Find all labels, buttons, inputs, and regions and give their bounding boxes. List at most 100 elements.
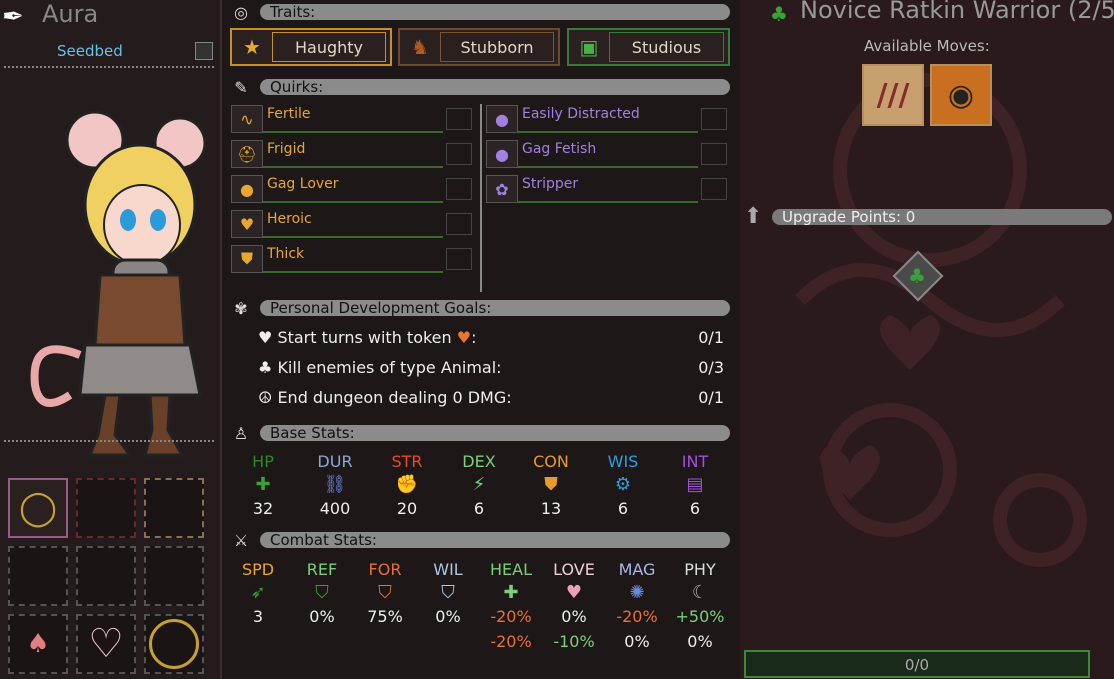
shield-icon: ⛊ (231, 245, 263, 273)
quirk-lock[interactable] (446, 108, 472, 130)
goal-progress: 0/1 (698, 388, 724, 407)
pose-icon (149, 619, 199, 669)
status-checkbox[interactable] (195, 42, 213, 60)
stat-value: 0% (309, 607, 335, 626)
gag-icon: ● (231, 175, 263, 203)
equipment-slot-3[interactable] (144, 478, 204, 538)
love-heart-icon: ♥ (565, 582, 583, 603)
syringe-icon: ✎ (234, 78, 248, 97)
equipment-slot-heart[interactable]: ♡ (76, 614, 136, 674)
stat-label: CON (533, 452, 569, 471)
token-icon: ♥ (456, 328, 472, 347)
move-slash[interactable]: /// (862, 64, 924, 126)
claw-slash-icon: /// (876, 77, 910, 113)
quirk-thick[interactable]: ⛊ Thick (231, 244, 472, 274)
helmet-icon: ⛑ (231, 140, 263, 168)
spiral-icon: ◎ (234, 3, 248, 22)
quirk-lock[interactable] (446, 178, 472, 200)
quirk-label: Frigid (263, 140, 443, 168)
stat-ref: REF ⛉ 0% (297, 560, 347, 626)
quirk-stripper[interactable]: ✿ Stripper (486, 174, 727, 204)
stat-dex: DEX ⚡ 6 (454, 452, 504, 518)
character-portrait (30, 110, 207, 457)
quirk-lock[interactable] (446, 248, 472, 270)
divider-ornament (4, 66, 214, 80)
armor-icon: ⛊ (544, 474, 558, 495)
quirk-label: Easily Distracted (518, 105, 698, 133)
class-panel: ♣ Novice Ratkin Warrior (2/5) Available … (740, 0, 1114, 679)
stat-label: PHY (684, 560, 716, 579)
stat-int: INT ▤ 6 (670, 452, 720, 518)
quirk-label: Heroic (263, 210, 443, 238)
stat-love: LOVE ♥ 0% -10% (549, 560, 599, 651)
stat-wis: WIS ⚙ 6 (598, 452, 648, 518)
quirk-lock[interactable] (701, 143, 727, 165)
heal-plus-icon: ✚ (503, 582, 519, 603)
stat-value: -20% (490, 607, 532, 626)
quirk-easily-distracted[interactable]: ● Easily Distracted (486, 104, 727, 134)
gag-icon: ● (486, 105, 518, 133)
quirk-heroic[interactable]: ♥ Heroic (231, 209, 472, 239)
background-pattern (795, 73, 1087, 567)
trait-haughty[interactable]: ★ Haughty (230, 28, 392, 66)
goal-text: Kill enemies of type Animal: (277, 358, 502, 377)
crossed-swords-icon: ⚔ (233, 531, 249, 550)
stat-label: LOVE (553, 560, 595, 579)
goals-header: Personal Development Goals: (260, 300, 730, 316)
stat-mag: MAG ✺ -20% 0% (612, 560, 662, 651)
stat-value: 32 (252, 499, 274, 518)
goal-icon: ✾ (234, 299, 248, 318)
quirk-frigid[interactable]: ⛑ Frigid (231, 139, 472, 169)
stat-label: REF (306, 560, 338, 579)
blue-shield-icon: ⛉ (441, 582, 455, 603)
gag-icon: ● (486, 140, 518, 168)
divider-ornament-bottom (4, 440, 214, 454)
quirk-fertile[interactable]: ∿ Fertile (231, 104, 472, 134)
quirk-gag-fetish[interactable]: ● Gag Fetish (486, 139, 727, 169)
equipment-slot-ring[interactable]: ◯ (8, 478, 68, 538)
stat-for: FOR ⛉ 75% (360, 560, 410, 626)
slash-icon: ☾ (691, 582, 709, 603)
character-name: Aura (42, 0, 99, 28)
stat-spd: SPD ➶ 3 (233, 560, 283, 626)
stat-value: 3 (252, 607, 264, 626)
stat-value-secondary: 0% (687, 632, 713, 651)
magic-burst-icon: ✺ (629, 582, 645, 603)
goal-item: ♥ Start turns with token ♥: 0/1 (258, 328, 724, 347)
stat-heal: HEAL ✚ -20% -20% (486, 560, 536, 651)
quirk-gag-lover[interactable]: ● Gag Lover (231, 174, 472, 204)
trait-stubborn[interactable]: ♞ Stubborn (398, 28, 560, 66)
shirt-icon: ✿ (486, 175, 518, 203)
fang-mouth-icon: ◉ (947, 77, 975, 113)
quirk-lock[interactable] (446, 143, 472, 165)
equipment-slot-5[interactable] (76, 546, 136, 606)
equipment-slot-4[interactable] (8, 546, 68, 606)
goal-progress: 0/3 (698, 358, 724, 377)
quirks-header: Quirks: (260, 79, 730, 95)
move-bite[interactable]: ◉ (930, 64, 992, 126)
stat-value: 400 (319, 499, 351, 518)
quirk-lock[interactable] (701, 108, 727, 130)
chain-icon: ⛓ (323, 474, 347, 495)
quirk-lock[interactable] (701, 178, 727, 200)
trait-label: Studious (609, 32, 724, 62)
character-status: Seedbed (57, 42, 123, 60)
stat-label: SPD (241, 560, 275, 579)
stat-value: 6 (689, 499, 701, 518)
stat-value: 6 (617, 499, 629, 518)
equipment-slot-2[interactable] (76, 478, 136, 538)
quirk-lock[interactable] (446, 213, 472, 235)
goal-suffix: : (471, 328, 477, 347)
class-icon: ♣ (770, 2, 788, 26)
equipment-slot-6[interactable] (144, 546, 204, 606)
equipment-slot-pose[interactable] (144, 614, 204, 674)
stat-label: DUR (317, 452, 353, 471)
base-stats-header: Base Stats: (260, 425, 730, 441)
carrot-icon: ♠ (26, 629, 50, 659)
heart-token-icon: ♥ (258, 328, 278, 347)
stat-label: HEAL (490, 560, 532, 579)
trait-studious[interactable]: ▣ Studious (567, 28, 730, 66)
stat-value: 0% (435, 607, 461, 626)
equipment-slot-carrot[interactable]: ♠ (8, 614, 68, 674)
green-shield-icon: ⛉ (315, 582, 329, 603)
